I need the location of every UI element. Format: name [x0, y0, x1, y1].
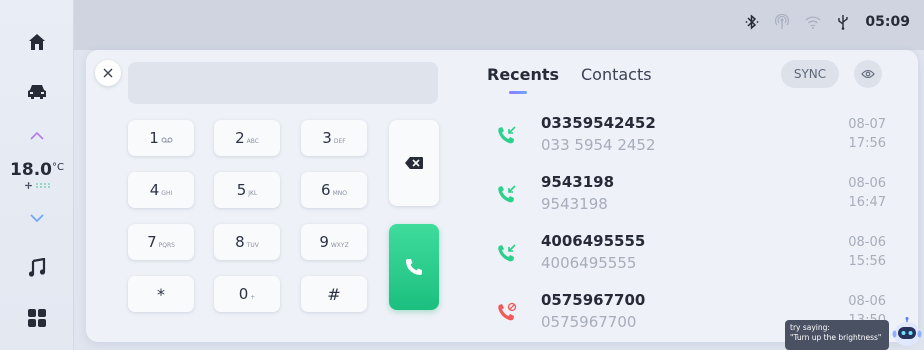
close-button[interactable] — [95, 60, 121, 86]
assistant-hint-line2: "Turn up the brightness" — [790, 333, 882, 342]
status-bar: 05:09 — [74, 0, 924, 50]
robot-assistant-icon — [892, 317, 922, 346]
recent-call-time: 17:56 — [848, 136, 886, 151]
temperature-readout: 18.0°C — [0, 160, 74, 190]
recent-call-row[interactable]: 03359542452 033 5954 2452 08-07 17:56 — [490, 114, 890, 164]
music-button[interactable] — [0, 252, 74, 284]
recent-call-name: 03359542452 — [541, 114, 656, 132]
recent-call-date: 08-06 — [848, 235, 886, 250]
recent-call-time: 15:56 — [848, 254, 886, 269]
key-8[interactable]: 8 TUV — [214, 224, 280, 260]
privacy-toggle-button[interactable] — [854, 60, 882, 88]
fan-icon — [24, 182, 32, 189]
temperature-value: 18.0 — [10, 160, 52, 180]
incoming-call-icon — [498, 185, 516, 203]
voice-assistant-button[interactable] — [892, 316, 922, 350]
chevron-up-icon — [30, 131, 44, 140]
phone-icon — [406, 259, 422, 275]
chevron-down-icon — [30, 214, 44, 223]
key-6[interactable]: 6 MNO — [301, 172, 367, 208]
active-tab-indicator — [509, 91, 527, 94]
recent-call-number: 0575967700 — [541, 313, 637, 331]
vehicle-button[interactable] — [0, 76, 74, 108]
tab-recents[interactable]: Recents — [487, 65, 559, 84]
recent-call-number: 033 5954 2452 — [541, 136, 656, 154]
incoming-call-icon — [498, 244, 516, 262]
wifi-icon — [805, 16, 821, 29]
key-9[interactable]: 9 WXYZ — [301, 224, 367, 260]
home-button[interactable] — [0, 26, 74, 58]
recent-call-date: 08-07 — [848, 117, 886, 132]
missed-call-icon — [498, 302, 517, 321]
recent-call-name: 4006495555 — [541, 232, 646, 250]
key-7[interactable]: 7 PQRS — [128, 224, 194, 260]
call-button[interactable] — [389, 224, 439, 310]
music-icon — [28, 258, 46, 277]
key-3[interactable]: 3 DEF — [301, 120, 367, 156]
temperature-unit: °C — [51, 162, 64, 173]
recent-call-date: 08-06 — [848, 176, 886, 191]
recent-call-date: 08-06 — [848, 294, 886, 309]
key-0[interactable]: 0 + — [214, 276, 280, 312]
key-5[interactable]: 5 JKL — [214, 172, 280, 208]
recent-call-name: 9543198 — [541, 173, 615, 191]
recent-call-number: 9543198 — [541, 195, 608, 213]
close-icon — [103, 68, 113, 78]
bluetooth-icon — [746, 14, 759, 30]
apps-grid-icon — [28, 309, 46, 327]
key-hash[interactable]: # — [301, 276, 367, 312]
assistant-hint-line1: try saying: — [790, 323, 830, 332]
eye-icon — [861, 69, 875, 79]
recent-call-row[interactable]: 9543198 9543198 08-06 16:47 — [490, 173, 890, 223]
sync-button[interactable]: SYNC — [781, 60, 839, 88]
incoming-call-icon — [498, 126, 516, 144]
assistant-hint: try saying: "Turn up the brightness" — [785, 320, 889, 350]
voicemail-icon — [161, 137, 173, 143]
backspace-button[interactable] — [389, 120, 439, 206]
key-2[interactable]: 2 ABC — [214, 120, 280, 156]
recent-call-time: 16:47 — [848, 195, 886, 210]
key-1[interactable]: 1 — [128, 120, 194, 156]
apps-button[interactable] — [0, 302, 74, 334]
usb-icon — [838, 15, 849, 30]
tab-contacts[interactable]: Contacts — [581, 65, 652, 84]
key-4[interactable]: 4 GHI — [128, 172, 194, 208]
backspace-icon — [405, 157, 423, 169]
clock: 05:09 — [865, 14, 910, 30]
temp-down-button[interactable] — [0, 208, 74, 228]
fan-speed-dots — [35, 183, 51, 188]
number-display[interactable] — [128, 62, 438, 104]
recent-call-name: 0575967700 — [541, 291, 646, 309]
car-icon — [28, 85, 46, 99]
home-icon — [29, 34, 45, 50]
recent-call-number: 4006495555 — [541, 254, 637, 272]
key-star[interactable]: * — [128, 276, 194, 312]
recent-call-row[interactable]: 4006495555 4006495555 08-06 15:56 — [490, 232, 890, 282]
left-sidebar: 18.0°C — [0, 0, 74, 350]
temp-up-button[interactable] — [0, 126, 74, 146]
fan-level[interactable] — [0, 181, 74, 190]
hotspot-icon — [775, 14, 790, 29]
